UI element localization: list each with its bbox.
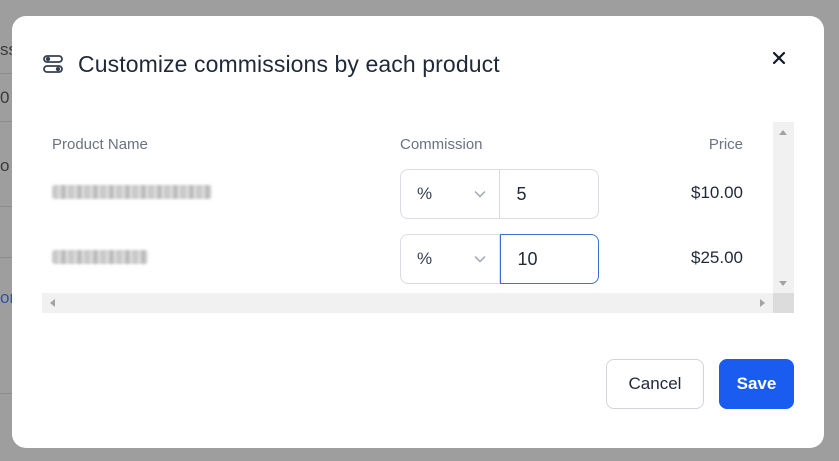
product-price: $25.00 xyxy=(691,248,743,267)
scroll-down-arrow-icon[interactable] xyxy=(779,281,787,286)
dialog-header: Customize commissions by each product xyxy=(42,49,500,79)
product-name-redacted xyxy=(52,250,148,264)
chevron-down-icon xyxy=(474,256,486,263)
commission-unit-select[interactable]: % xyxy=(400,169,500,219)
commission-value-input[interactable]: 10 xyxy=(499,234,599,284)
column-header-commission: Commission xyxy=(400,136,483,153)
background-divider xyxy=(0,73,12,74)
close-icon xyxy=(772,51,786,65)
table-row: % 5 $10.00 xyxy=(42,169,773,219)
dialog-title: Customize commissions by each product xyxy=(78,50,500,77)
horizontal-scrollbar[interactable] xyxy=(42,293,773,313)
commission-unit-value: % xyxy=(417,249,433,268)
scroll-left-arrow-icon[interactable] xyxy=(50,299,55,307)
commission-value-input[interactable]: 5 xyxy=(499,169,599,219)
column-header-product-name: Product Name xyxy=(52,136,148,153)
cancel-button[interactable]: Cancel xyxy=(606,359,704,409)
background-divider xyxy=(0,121,12,122)
vertical-scrollbar[interactable] xyxy=(773,122,794,293)
chevron-down-icon xyxy=(474,191,486,198)
commission-unit-value: % xyxy=(417,184,433,203)
sliders-icon xyxy=(42,53,64,75)
product-price: $10.00 xyxy=(691,183,743,202)
commission-control: % 5 xyxy=(400,169,599,219)
background-divider xyxy=(0,206,12,207)
scroll-up-arrow-icon[interactable] xyxy=(779,130,787,135)
commission-control: % 10 xyxy=(400,234,599,284)
commission-unit-select[interactable]: % xyxy=(400,234,500,284)
customize-commissions-dialog: Customize commissions by each product Pr… xyxy=(12,16,824,448)
background-text: 0 xyxy=(0,88,10,107)
background-divider xyxy=(0,257,12,258)
scrollbar-corner xyxy=(773,293,794,313)
table-row: % 10 $25.00 xyxy=(42,234,773,284)
save-button[interactable]: Save xyxy=(719,359,794,409)
column-header-price: Price xyxy=(708,136,743,153)
commission-value: 5 xyxy=(516,183,527,204)
product-name-redacted xyxy=(52,185,212,199)
close-button[interactable] xyxy=(770,49,788,67)
scroll-right-arrow-icon[interactable] xyxy=(760,299,765,307)
commission-value: 10 xyxy=(517,248,538,269)
products-table: Product Name Commission Price % 5 $10.00 xyxy=(42,122,794,313)
background-divider xyxy=(0,393,12,394)
background-text: o xyxy=(0,156,10,175)
